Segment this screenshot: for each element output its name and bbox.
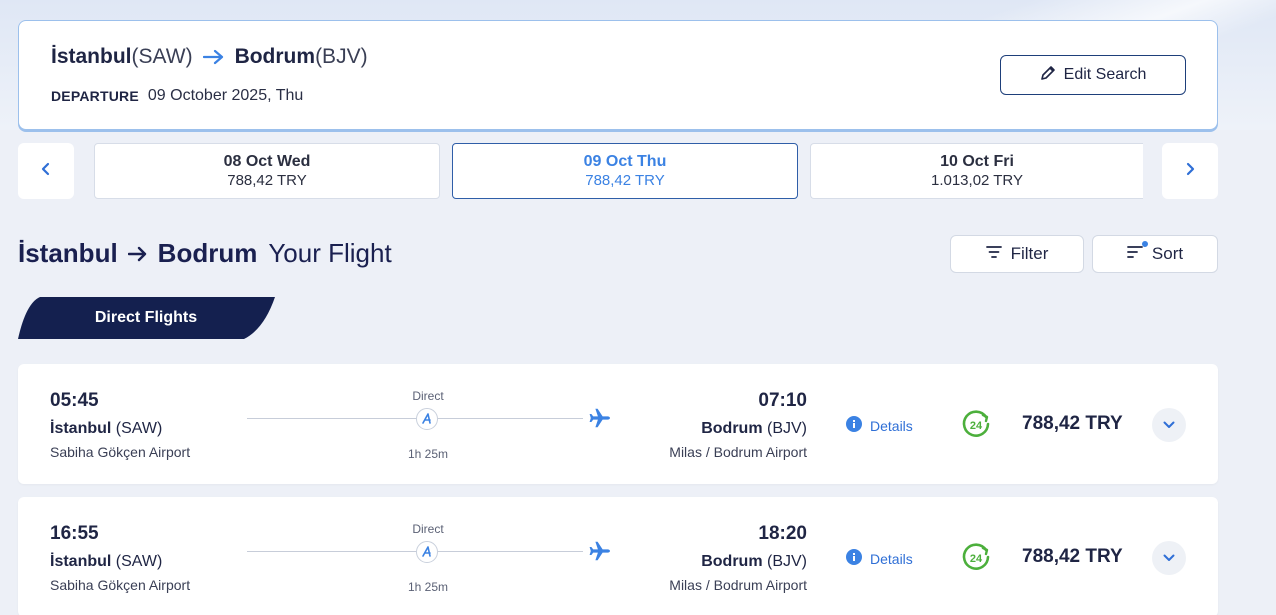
sort-button[interactable]: Sort bbox=[1092, 235, 1218, 273]
support-24-icon: 24 bbox=[961, 409, 991, 444]
arrival-airport: Milas / Bodrum Airport bbox=[669, 444, 807, 460]
date-price: 788,42 TRY bbox=[227, 172, 307, 189]
arrival-city-name: Bodrum bbox=[701, 553, 763, 570]
flight-duration: 1h 25m bbox=[407, 580, 449, 594]
page-title: İstanbul Bodrum Your Flight bbox=[18, 238, 392, 269]
chevron-right-icon bbox=[1184, 162, 1196, 181]
airplane-icon bbox=[589, 541, 611, 566]
details-link[interactable]: Details bbox=[846, 416, 913, 435]
arrow-right-icon bbox=[202, 49, 225, 65]
chevron-down-icon bbox=[1163, 416, 1175, 434]
expand-button[interactable] bbox=[1152, 541, 1186, 575]
details-link[interactable]: Details bbox=[846, 549, 913, 568]
sort-icon bbox=[1127, 244, 1143, 264]
departure-info: DEPARTURE 09 October 2025, Thu bbox=[51, 87, 303, 105]
title-destination: Bodrum bbox=[157, 238, 258, 268]
departure-city-name: İstanbul bbox=[50, 420, 112, 437]
title-origin: İstanbul bbox=[18, 238, 118, 268]
arrival-time: 07:10 bbox=[758, 390, 807, 411]
date-price: 1.013,02 TRY bbox=[930, 172, 1023, 189]
flight-type: Direct bbox=[412, 522, 444, 536]
arrival-city: Bodrum (BJV) bbox=[701, 420, 807, 438]
arrival-city-code: (BJV) bbox=[767, 420, 807, 437]
arrival-airport: Milas / Bodrum Airport bbox=[669, 577, 807, 593]
date-option-08-oct[interactable]: 08 Oct Wed 788,42 TRY bbox=[94, 143, 440, 199]
title-subtitle: Your Flight bbox=[268, 238, 392, 268]
destination-city: Bodrum bbox=[234, 45, 316, 68]
filter-button[interactable]: Filter bbox=[950, 235, 1084, 273]
flight-type: Direct bbox=[412, 389, 444, 403]
flight-card[interactable]: 05:45 İstanbul (SAW) Sabiha Gökçen Airpo… bbox=[18, 364, 1218, 484]
destination-code: (BJV) bbox=[315, 45, 368, 68]
date-label: 09 Oct Thu bbox=[583, 153, 667, 170]
sort-label: Sort bbox=[1151, 244, 1184, 263]
chevron-down-icon bbox=[1163, 549, 1175, 567]
departure-airport: Sabiha Gökçen Airport bbox=[50, 577, 191, 593]
arrival-city-name: Bodrum bbox=[701, 420, 763, 437]
date-label: 10 Oct Fri bbox=[940, 153, 1014, 170]
airplane-icon bbox=[589, 408, 611, 433]
edit-search-button[interactable]: Edit Search bbox=[1000, 55, 1186, 95]
origin-code: (SAW) bbox=[131, 45, 193, 68]
filter-label: Filter bbox=[1010, 244, 1049, 263]
date-option-09-oct[interactable]: 09 Oct Thu 788,42 TRY bbox=[452, 143, 798, 199]
details-label: Details bbox=[870, 417, 913, 434]
route-title: İstanbul (SAW) Bodrum (BJV) bbox=[51, 45, 368, 69]
arrow-right-icon bbox=[127, 238, 148, 269]
arrival-city-code: (BJV) bbox=[767, 553, 807, 570]
departure-city: İstanbul (SAW) bbox=[50, 553, 162, 571]
search-summary: İstanbul (SAW) Bodrum (BJV) DEPARTURE 09… bbox=[18, 20, 1218, 130]
tab-direct-flights[interactable]: Direct Flights bbox=[18, 297, 276, 339]
next-date-button[interactable] bbox=[1162, 143, 1218, 199]
date-label: 08 Oct Wed bbox=[223, 153, 311, 170]
previous-date-button[interactable] bbox=[18, 143, 74, 199]
expand-button[interactable] bbox=[1152, 408, 1186, 442]
date-option-10-oct[interactable]: 10 Oct Fri 1.013,02 TRY bbox=[810, 143, 1143, 199]
route-line bbox=[247, 551, 583, 552]
departure-city-code: (SAW) bbox=[115, 553, 163, 570]
svg-text:24: 24 bbox=[970, 420, 983, 432]
airline-logo-icon bbox=[416, 408, 438, 430]
pencil-icon bbox=[1040, 65, 1056, 86]
route-line bbox=[247, 418, 583, 419]
departure-label: DEPARTURE bbox=[51, 88, 139, 104]
arrival-city: Bodrum (BJV) bbox=[701, 553, 807, 571]
info-icon bbox=[846, 416, 862, 435]
sort-active-dot bbox=[1142, 241, 1148, 247]
departure-airport: Sabiha Gökçen Airport bbox=[50, 444, 191, 460]
filter-icon bbox=[985, 244, 1002, 264]
arrival-time: 18:20 bbox=[758, 523, 807, 544]
edit-search-label: Edit Search bbox=[1063, 66, 1147, 83]
origin-city: İstanbul bbox=[51, 45, 132, 68]
support-24-icon: 24 bbox=[961, 542, 991, 577]
departure-time: 05:45 bbox=[50, 390, 99, 411]
chevron-left-icon bbox=[40, 162, 52, 181]
departure-city: İstanbul (SAW) bbox=[50, 420, 162, 438]
departure-city-code: (SAW) bbox=[115, 420, 163, 437]
airline-logo-icon bbox=[416, 541, 438, 563]
departure-date: 09 October 2025, Thu bbox=[147, 87, 304, 104]
tab-label: Direct Flights bbox=[94, 309, 198, 326]
departure-time: 16:55 bbox=[50, 523, 99, 544]
flight-price: 788,42 TRY bbox=[1022, 413, 1123, 434]
departure-city-name: İstanbul bbox=[50, 553, 112, 570]
info-icon bbox=[846, 549, 862, 568]
flight-duration: 1h 25m bbox=[407, 447, 449, 461]
date-price: 788,42 TRY bbox=[585, 172, 665, 189]
flight-price: 788,42 TRY bbox=[1022, 546, 1123, 567]
flight-card[interactable]: 16:55 İstanbul (SAW) Sabiha Gökçen Airpo… bbox=[18, 497, 1218, 615]
details-label: Details bbox=[870, 550, 913, 567]
svg-text:24: 24 bbox=[970, 553, 983, 565]
